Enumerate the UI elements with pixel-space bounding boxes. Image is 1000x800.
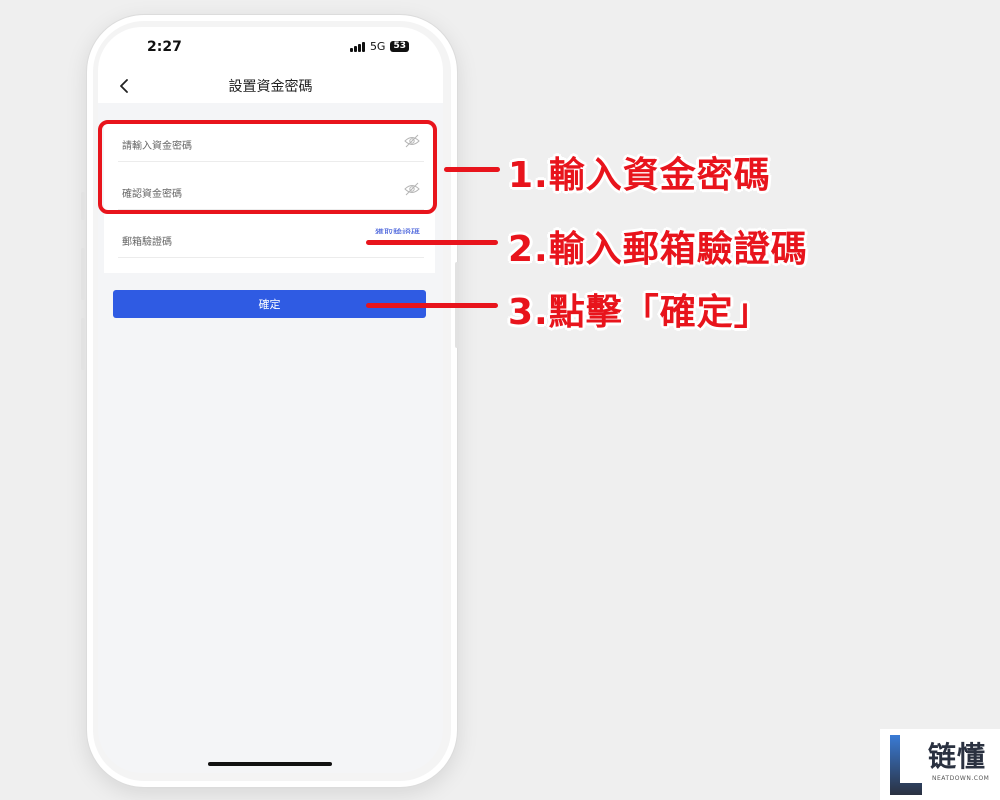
phone-volume-up-button bbox=[81, 248, 85, 300]
status-bar: 2:27 5G 53 bbox=[98, 27, 443, 71]
step1-callout: 1.輸入資金密碼 bbox=[508, 155, 771, 196]
step2-callout: 2.輸入郵箱驗證碼 bbox=[508, 229, 808, 270]
phone-silent-switch bbox=[81, 192, 85, 220]
highlight-box bbox=[98, 120, 437, 214]
home-indicator[interactable] bbox=[208, 762, 332, 766]
get-code-button[interactable]: 獲取驗證碼 bbox=[375, 227, 420, 234]
nav-bar: 設置資金密碼 bbox=[98, 71, 443, 103]
status-time: 2:27 bbox=[147, 39, 182, 55]
watermark-name-en: NEATDOWN.COM bbox=[932, 775, 990, 782]
email-code-field[interactable]: 郵箱驗證碼 獲取驗證碼 bbox=[118, 219, 424, 258]
email-code-input[interactable]: 郵箱驗證碼 bbox=[122, 233, 172, 248]
phone-volume-down-button bbox=[81, 318, 85, 370]
connector-line-1 bbox=[444, 167, 500, 172]
watermark: 链懂 NEATDOWN.COM bbox=[880, 729, 1000, 800]
step3-callout: 3.點擊「確定」 bbox=[508, 292, 771, 333]
status-indicators: 5G 53 bbox=[349, 40, 409, 53]
page-title: 設置資金密碼 bbox=[228, 79, 313, 95]
battery-icon: 53 bbox=[390, 41, 409, 52]
network-label: 5G bbox=[369, 40, 386, 53]
signal-icon bbox=[349, 41, 365, 52]
brand-logo-icon bbox=[890, 735, 922, 795]
connector-line-3 bbox=[366, 303, 498, 308]
connector-line-2 bbox=[366, 240, 498, 245]
watermark-name-cn: 链懂 bbox=[928, 740, 987, 773]
